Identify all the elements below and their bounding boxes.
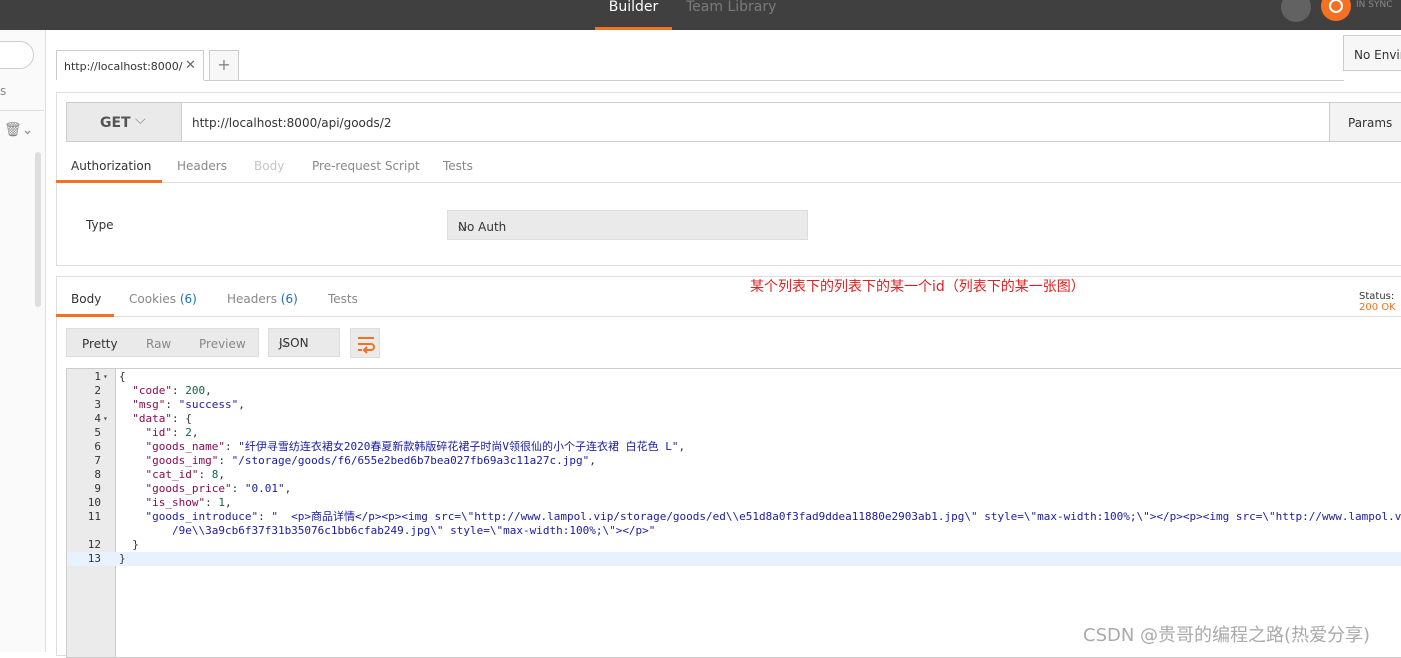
- tab-test-results[interactable]: Tests: [328, 292, 358, 306]
- fold-arrow-icon: ▾: [103, 372, 108, 381]
- search-input[interactable]: [0, 41, 34, 69]
- preview-button[interactable]: Preview: [199, 337, 246, 351]
- code-line: 8 "cat_id": 8,: [94, 468, 225, 481]
- cookies-label: Cookies: [129, 292, 176, 306]
- code-line: 9 "goods_price": "0.01",: [94, 482, 292, 495]
- sidebar-scrollbar[interactable]: [35, 152, 41, 307]
- code-line: 12 }: [87, 538, 139, 551]
- tab-body[interactable]: Body: [254, 159, 284, 173]
- code-line: 1 ▾{: [94, 370, 126, 383]
- tab-response-headers[interactable]: Headers (6): [227, 292, 298, 306]
- code-line: 11 "goods_introduce": " <p>商品详情</p><p><i…: [87, 510, 1401, 523]
- fold-arrow-icon: ▾: [103, 414, 108, 423]
- method-label: GET: [100, 115, 131, 131]
- chevron-down-icon: ⌵: [135, 112, 146, 128]
- code-line: 3 "msg": "success",: [94, 398, 245, 411]
- tab-builder[interactable]: Builder: [595, 0, 672, 30]
- chevron-down-icon: ⌵: [458, 220, 468, 234]
- close-icon[interactable]: ✕: [185, 58, 196, 73]
- status-value: 200 OK: [1359, 302, 1396, 313]
- divider: [56, 316, 1401, 317]
- sidebar: s 🗑⌄: [0, 30, 46, 652]
- add-tab-button[interactable]: +: [209, 50, 239, 80]
- params-button[interactable]: Params: [1329, 102, 1401, 142]
- tab-pre-request-script[interactable]: Pre-request Script: [312, 159, 420, 173]
- code-line: 7 "goods_img": "/storage/goods/f6/655e2b…: [94, 454, 596, 467]
- format-select[interactable]: JSON ⌵: [268, 328, 340, 357]
- tab-team-library[interactable]: Team Library: [686, 0, 776, 30]
- view-mode-group: Pretty Raw Preview: [66, 328, 259, 357]
- sidebar-divider: [0, 110, 44, 111]
- annotation-text: 某个列表下的列表下的某一个id（列表下的某一张图）: [750, 279, 1085, 295]
- params-label: Params: [1348, 116, 1393, 130]
- url-text: http://localhost:8000/api/goods/2: [192, 116, 392, 130]
- raw-button[interactable]: Raw: [146, 337, 171, 351]
- active-tab-indicator: [56, 314, 114, 317]
- request-tab-label: http://localhost:8000/: [64, 60, 183, 73]
- method-select[interactable]: GET ⌵: [66, 102, 182, 142]
- environment-label: No Environment: [1354, 48, 1401, 62]
- sync-status: IN SYNC: [1356, 0, 1393, 10]
- wrap-lines-icon[interactable]: [350, 328, 380, 358]
- code-line: 6 "goods_name": "纤伊寻雪纺连衣裙女2020春夏新款韩版碎花裙子…: [94, 440, 686, 453]
- watermark: CSDN @贵哥的编程之路(热爱分享): [1083, 625, 1371, 646]
- auth-type-select[interactable]: No Auth ⌵: [447, 210, 808, 240]
- tab-divider: [204, 80, 1344, 81]
- tab-cookies[interactable]: Cookies (6): [129, 292, 197, 306]
- pretty-button[interactable]: Pretty: [82, 337, 118, 351]
- code-line: 2 "code": 200,: [94, 384, 212, 397]
- code-line: 4 ▾ "data": {: [94, 412, 192, 425]
- sidebar-label: s: [0, 84, 7, 98]
- auth-type-label: Type: [86, 218, 114, 232]
- headers-label: Headers: [227, 292, 277, 306]
- code-line: 10 "is_show": 1,: [87, 496, 232, 509]
- satellite-icon[interactable]: [1281, 0, 1311, 22]
- divider: [56, 182, 1401, 183]
- request-tab[interactable]: http://localhost:8000/ ✕: [56, 50, 204, 80]
- url-input[interactable]: http://localhost:8000/api/goods/2: [182, 102, 1330, 142]
- trash-icon[interactable]: 🗑⌄: [4, 122, 34, 138]
- environment-select[interactable]: No Environment: [1343, 35, 1401, 71]
- chevron-down-icon: ⌵: [279, 336, 289, 350]
- top-bar: Builder Team Library IN SYNC: [0, 0, 1401, 30]
- headers-count: (6): [280, 292, 298, 306]
- cookies-count: (6): [179, 292, 197, 306]
- tab-authorization[interactable]: Authorization: [71, 159, 151, 173]
- tab-headers[interactable]: Headers: [177, 159, 227, 173]
- active-tab-indicator: [56, 180, 162, 183]
- tab-response-body[interactable]: Body: [71, 292, 101, 306]
- sync-icon[interactable]: [1321, 0, 1351, 21]
- code-line: /9e\\3a9cb6f37f31b35076c1bb6cfab249.jpg\…: [119, 524, 656, 537]
- code-line-current: 13}: [67, 552, 1401, 566]
- response-code-editor[interactable]: 1 ▾{ 2 "code": 200, 3 "msg": "success", 4…: [66, 368, 1401, 658]
- tab-tests[interactable]: Tests: [443, 159, 473, 173]
- code-line: 5 "id": 2,: [94, 426, 199, 439]
- status-label: Status: 200 OK: [1359, 291, 1396, 313]
